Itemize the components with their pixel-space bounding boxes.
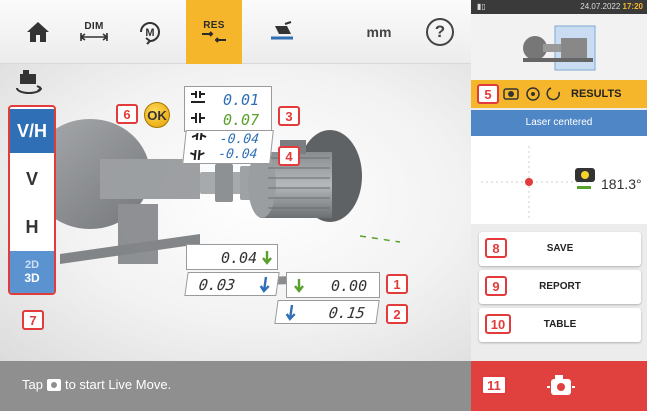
view-selector: V/H V H 2D 3D [8, 105, 56, 295]
live-move-icon [547, 375, 575, 395]
right-panel: ▮▯ 24.07.2022 17:20 5 RESULTS Laser cent… [471, 0, 647, 411]
front-foot-horizontal-value: 0.03 [197, 276, 237, 294]
laser-status-bar: Laser centered [471, 110, 647, 136]
report-label: REPORT [539, 281, 581, 292]
save-button[interactable]: 8 SAVE [479, 232, 641, 266]
dimension-arrows-icon [79, 33, 109, 41]
callout-5: 5 [477, 84, 499, 104]
res-label: RES [203, 20, 225, 31]
measure-button[interactable]: M [128, 6, 172, 58]
front-feet-upper-box: 0.04 [186, 244, 278, 270]
view-option-v[interactable]: V [10, 157, 54, 201]
units-label: mm [366, 24, 392, 40]
results-tab-button[interactable]: RES [186, 0, 242, 64]
angle-vertical-icon [191, 133, 207, 140]
report-button[interactable]: 9 REPORT [479, 270, 641, 304]
callout-11: 11 [481, 375, 507, 395]
status-suffix: to start Live Move. [64, 377, 172, 392]
rear-foot-horizontal-value: 0.15 [327, 304, 367, 322]
angle-horizontal-icon [189, 150, 205, 160]
rear-feet-upper-box: 0.00 [286, 272, 380, 298]
callout-4: 4 [278, 146, 300, 166]
gap-value-horizontal: 0.07 [223, 111, 260, 129]
coupling-gap-box: 0.01 0.07 [184, 86, 272, 132]
laser-status-text: Laser centered [525, 117, 593, 128]
callout-2: 2 [386, 304, 408, 324]
system-date: 24.07.2022 [580, 2, 621, 11]
gap-vertical-icon [191, 91, 205, 103]
save-label: SAVE [546, 243, 574, 254]
laser-target-area: 181.3° [471, 136, 647, 224]
svg-text:M: M [145, 27, 154, 39]
angle-value-horizontal: -0.04 [217, 147, 259, 162]
coupling-angle-box: -0.04 -0.04 [182, 130, 274, 164]
machine-feet-icon [271, 21, 293, 40]
system-status-bar: ▮▯ 24.07.2022 17:20 [471, 0, 647, 14]
results-status-icons [503, 87, 560, 101]
status-prefix: Tap [22, 377, 43, 392]
results-header: 5 RESULTS [471, 80, 647, 108]
view-option-vh[interactable]: V/H [10, 109, 54, 153]
view-option-h[interactable]: H [10, 205, 54, 249]
top-toolbar: DIM M RES mm ? [0, 0, 471, 64]
results-arrows-icon [202, 31, 226, 43]
units-button[interactable]: mm [354, 6, 404, 58]
machine-3d-view[interactable]: 6 OK 0.01 0.07 3 -0.04 -0.04 4 0.04 0.03… [0, 64, 471, 361]
battery-icon: ▮▯ [477, 2, 486, 11]
callout-1: 1 [386, 274, 408, 294]
gap-value-vertical: 0.01 [223, 91, 260, 109]
callout-7: 7 [22, 310, 44, 330]
live-move-icon [46, 378, 61, 391]
dimensions-button[interactable]: DIM [72, 6, 116, 58]
down-arrow-blue-icon [259, 277, 270, 293]
machine-thumbnail-area[interactable] [471, 14, 647, 80]
angle-value-vertical: -0.04 [219, 132, 260, 147]
rotation-angle: 181.3° [601, 176, 642, 192]
callout-3: 3 [278, 106, 300, 126]
app-screen: DIM M RES mm ? 6 OK 0.01 0.07 3 -0.04 -0… [0, 0, 647, 411]
gap-horizontal-icon [191, 113, 205, 123]
callout-6: 6 [116, 104, 138, 124]
front-feet-lower-box: 0.03 [184, 272, 280, 296]
home-icon [27, 22, 49, 42]
ok-status-badge: OK [144, 102, 170, 128]
live-move-button[interactable]: 11 [471, 361, 647, 411]
view-3d-label: 3D [24, 271, 40, 285]
measure-rotate-icon: M [140, 22, 160, 45]
system-time: 17:20 [622, 2, 643, 11]
rotate-view-icon[interactable] [14, 70, 44, 96]
status-bar: Tap to start Live Move. [0, 361, 471, 411]
machine-thumbnail-icon [523, 25, 596, 71]
help-button[interactable]: ? [420, 6, 460, 58]
dim-label: DIM [84, 21, 104, 32]
status-message: Tap to start Live Move. [22, 377, 171, 392]
front-foot-vertical-value: 0.04 [221, 249, 258, 267]
help-icon: ? [426, 18, 454, 46]
home-button[interactable] [18, 6, 58, 58]
down-arrow-green-icon [294, 279, 304, 293]
view-2d-3d-toggle[interactable]: 2D 3D [10, 251, 54, 293]
date-time: 24.07.2022 17:20 [580, 2, 643, 11]
down-arrow-blue-icon [285, 305, 296, 321]
rear-foot-vertical-value: 0.00 [331, 277, 368, 295]
table-button[interactable]: 10 TABLE [479, 308, 641, 342]
rear-feet-lower-box: 0.15 [274, 300, 380, 324]
machine-setup-button[interactable] [260, 6, 304, 58]
down-arrow-green-icon [262, 251, 272, 265]
results-title: RESULTS [571, 88, 622, 100]
table-label: TABLE [543, 319, 577, 330]
